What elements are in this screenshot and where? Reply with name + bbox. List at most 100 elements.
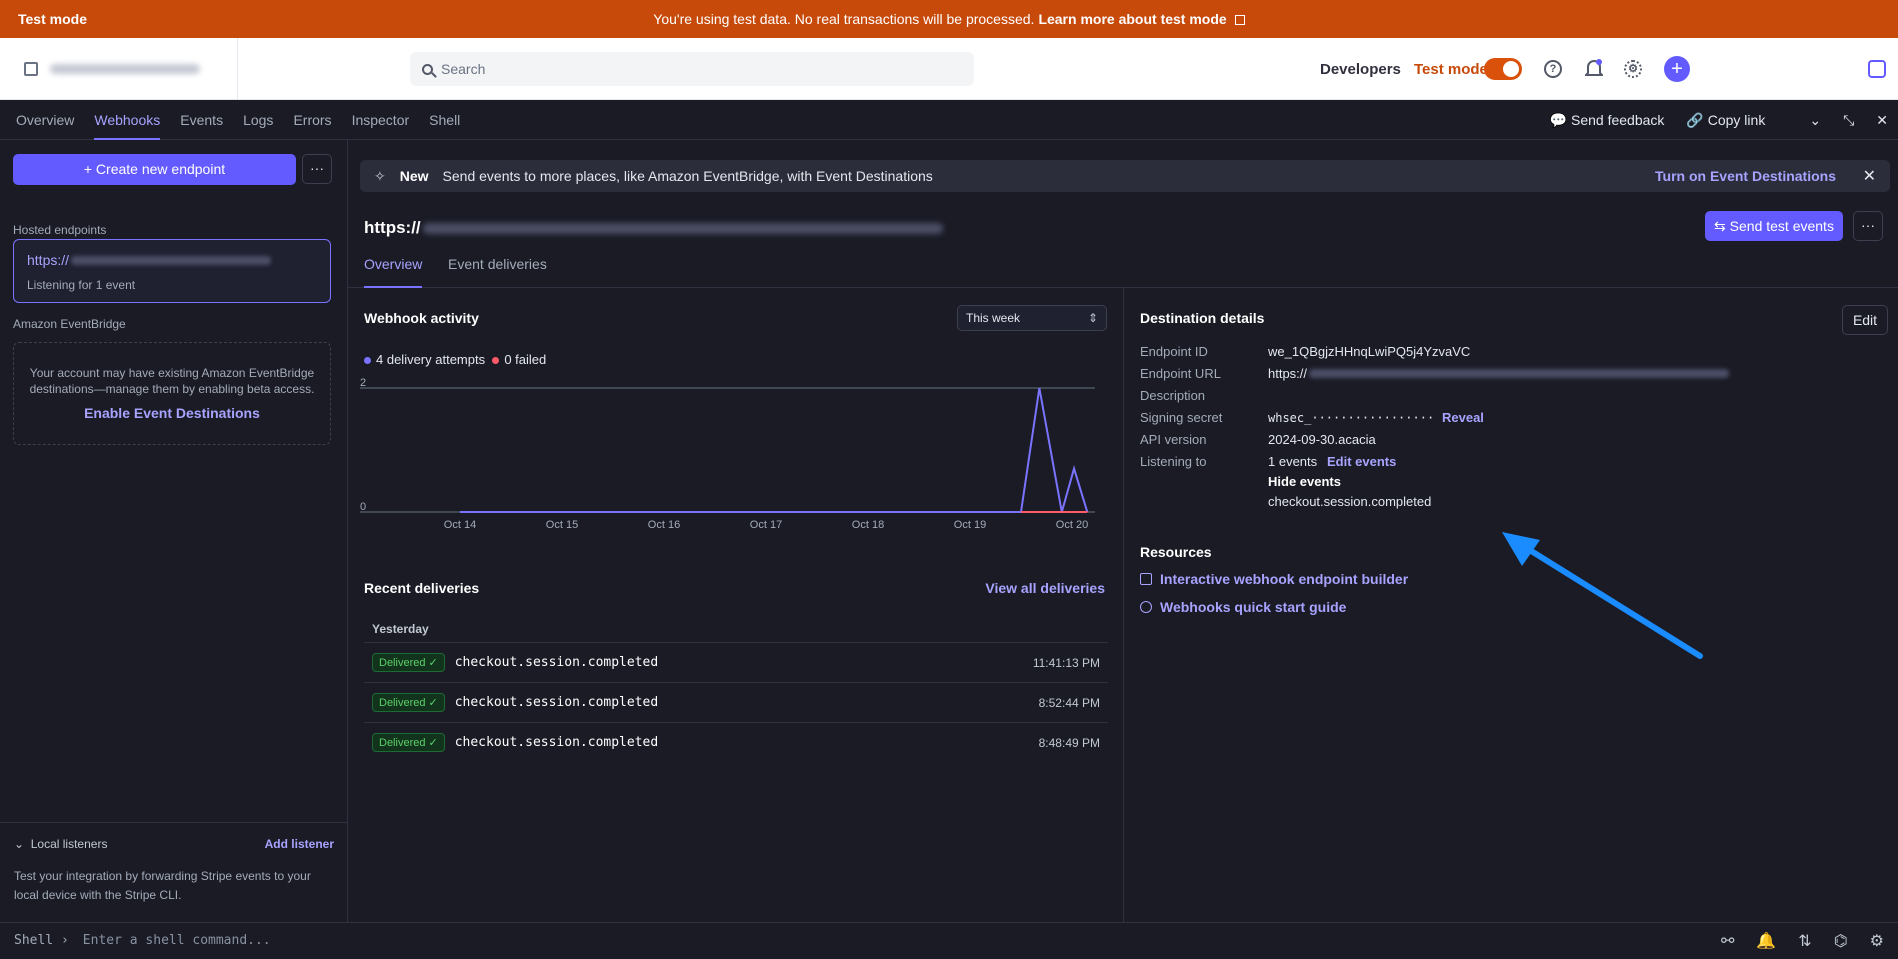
date-range-select[interactable]: This week — [957, 305, 1107, 331]
endpoint-url-blurred — [1309, 369, 1730, 378]
deliveries-list: Delivered ✓ checkout.session.completed 11:4… — [364, 642, 1108, 762]
x-tick-label: Oct 17 — [750, 519, 782, 528]
new-banner-text: Send events to more places, like Amazon … — [442, 168, 933, 184]
x-tick-label: Oct 19 — [954, 519, 986, 528]
test-mode-toggle[interactable] — [1484, 38, 1522, 100]
listened-event: checkout.session.completed — [1268, 494, 1432, 509]
shell-bar: Shell › Enter a shell command... ⚯ 🔔 ⇅ ⌬… — [0, 922, 1898, 958]
chevron-down-icon[interactable]: ⌄ — [1809, 112, 1821, 129]
endpoint-url-blurred — [422, 223, 943, 235]
delivery-attempts-count: 4 delivery attempts — [376, 352, 486, 367]
endpoint-subtabs: Overview Event deliveries — [348, 250, 1898, 288]
book-icon — [1140, 573, 1152, 585]
search-icon — [422, 63, 433, 75]
help-icon[interactable]: ? — [1544, 38, 1562, 100]
delivery-row[interactable]: Delivered ✓ checkout.session.completed 8:48… — [364, 722, 1108, 762]
label-endpoint-url: Endpoint URL — [1140, 366, 1221, 381]
top-bar: Search Developers Test mode ? ⚙ + — [0, 38, 1898, 100]
shell-input[interactable]: Enter a shell command... — [83, 933, 271, 948]
binoculars-icon[interactable]: ⚯ — [1721, 931, 1734, 951]
workbench-tabs: Overview Webhooks Events Logs Errors Ins… — [0, 100, 1898, 140]
endpoint-more-button[interactable]: ··· — [1853, 211, 1883, 241]
event-type: checkout.session.completed — [454, 655, 659, 670]
enable-event-destinations-link[interactable]: Enable Event Destinations — [14, 405, 330, 421]
test-mode-learn-link[interactable]: Learn more about test mode — [1038, 11, 1226, 27]
send-feedback-button[interactable]: 💬 Send feedback — [1550, 112, 1665, 129]
close-icon[interactable]: ✕ — [1876, 112, 1888, 129]
close-icon[interactable]: ✕ — [1863, 166, 1876, 186]
sort-icon[interactable]: ⇅ — [1798, 931, 1811, 951]
turn-on-event-destinations-link[interactable]: Turn on Event Destinations — [1655, 168, 1836, 184]
hosted-endpoints-label: Hosted endpoints — [13, 223, 107, 237]
local-listeners-description: Test your integration by forwarding Stri… — [14, 869, 311, 902]
developers-link[interactable]: Developers — [1320, 38, 1401, 100]
failed-count: 0 failed — [504, 352, 547, 367]
delivery-row[interactable]: Delivered ✓ checkout.session.completed 8:52… — [364, 682, 1108, 722]
x-tick-label: Oct 16 — [648, 519, 680, 528]
shell-prompt: Shell › — [14, 933, 69, 948]
tab-events[interactable]: Events — [180, 100, 223, 140]
eventbridge-card: Your account may have existing Amazon Ev… — [13, 342, 331, 445]
more-options-button[interactable]: ··· — [302, 154, 332, 184]
tab-inspector[interactable]: Inspector — [352, 100, 410, 140]
quick-start-link[interactable]: Webhooks quick start guide — [1140, 599, 1346, 615]
tab-webhooks[interactable]: Webhooks — [94, 100, 161, 140]
copy-link-button[interactable]: 🔗 Copy link — [1686, 112, 1765, 129]
label-signing-secret: Signing secret — [1140, 410, 1223, 425]
label-api-version: API version — [1140, 432, 1207, 447]
subtab-event-deliveries[interactable]: Event deliveries — [448, 256, 547, 288]
add-listener-link[interactable]: Add listener — [265, 837, 334, 851]
endpoint-url-value: https:// — [1268, 366, 1730, 381]
view-all-deliveries-link[interactable]: View all deliveries — [985, 580, 1105, 596]
edit-events-link[interactable]: Edit events — [1327, 454, 1396, 469]
gear-icon[interactable]: ⚙ — [1870, 931, 1884, 951]
signing-secret-value: whsec_················· — [1268, 411, 1435, 425]
tab-errors[interactable]: Errors — [293, 100, 331, 140]
bell-icon[interactable] — [1585, 38, 1603, 100]
y-tick-label: 2 — [360, 377, 366, 389]
local-listeners-toggle[interactable]: ⌄ Local listeners — [14, 837, 107, 851]
create-endpoint-button[interactable]: + Create new endpoint — [13, 154, 296, 185]
status-badge: Delivered ✓ — [372, 693, 445, 712]
external-link-icon — [1234, 15, 1245, 25]
endpoint-card[interactable]: https:// Listening for 1 event — [13, 239, 331, 303]
tab-logs[interactable]: Logs — [243, 100, 273, 140]
banner-message: You're using test data. No real transact… — [653, 11, 1035, 27]
account-switcher[interactable] — [18, 38, 238, 100]
subtab-overview[interactable]: Overview — [364, 256, 423, 288]
bell-icon[interactable]: 🔔 — [1756, 931, 1776, 951]
tab-shell[interactable]: Shell — [429, 100, 460, 140]
search-input[interactable]: Search — [410, 52, 974, 86]
collapse-icon[interactable]: ⤡ — [1843, 112, 1854, 129]
hide-events-toggle[interactable]: Hide events — [1268, 474, 1341, 489]
new-feature-banner: ✧ New Send events to more places, like A… — [360, 160, 1890, 192]
annotation-arrow — [1502, 532, 1703, 659]
label-endpoint-id: Endpoint ID — [1140, 344, 1208, 359]
endpoint-url-blurred — [71, 256, 272, 265]
tab-overview[interactable]: Overview — [16, 100, 74, 140]
webhook-activity-title: Webhook activity — [364, 310, 479, 326]
test-mode-banner: Test mode You're using test data. No rea… — [0, 0, 1898, 38]
delivery-time: 8:52:44 PM — [1038, 695, 1100, 710]
building-icon — [24, 62, 38, 76]
new-badge: New — [399, 168, 429, 184]
x-tick-label: Oct 20 — [1056, 519, 1088, 528]
event-type: checkout.session.completed — [454, 735, 659, 750]
send-test-events-button[interactable]: ⇆ Send test events — [1705, 211, 1843, 241]
gear-icon[interactable]: ⚙ — [1624, 38, 1642, 100]
rocket-icon — [1140, 601, 1152, 613]
delivery-row[interactable]: Delivered ✓ checkout.session.completed 11:4… — [364, 642, 1108, 682]
resources-title: Resources — [1140, 544, 1212, 560]
edit-button[interactable]: Edit — [1842, 305, 1888, 335]
webhook-builder-link[interactable]: Interactive webhook endpoint builder — [1140, 571, 1408, 587]
y-tick-label: 0 — [360, 501, 366, 513]
create-plus-button[interactable]: + — [1664, 38, 1690, 100]
status-badge: Delivered ✓ — [372, 733, 445, 752]
date-group-label: Yesterday — [372, 622, 429, 636]
listening-count: 1 events — [1268, 454, 1318, 469]
apps-icon[interactable] — [1868, 38, 1886, 100]
test-mode-toggle-label: Test mode — [1414, 60, 1488, 78]
eventbridge-text: Your account may have existing Amazon Ev… — [29, 366, 315, 396]
webhook-icon[interactable]: ⌬ — [1834, 931, 1848, 951]
reveal-secret-link[interactable]: Reveal — [1442, 410, 1484, 425]
